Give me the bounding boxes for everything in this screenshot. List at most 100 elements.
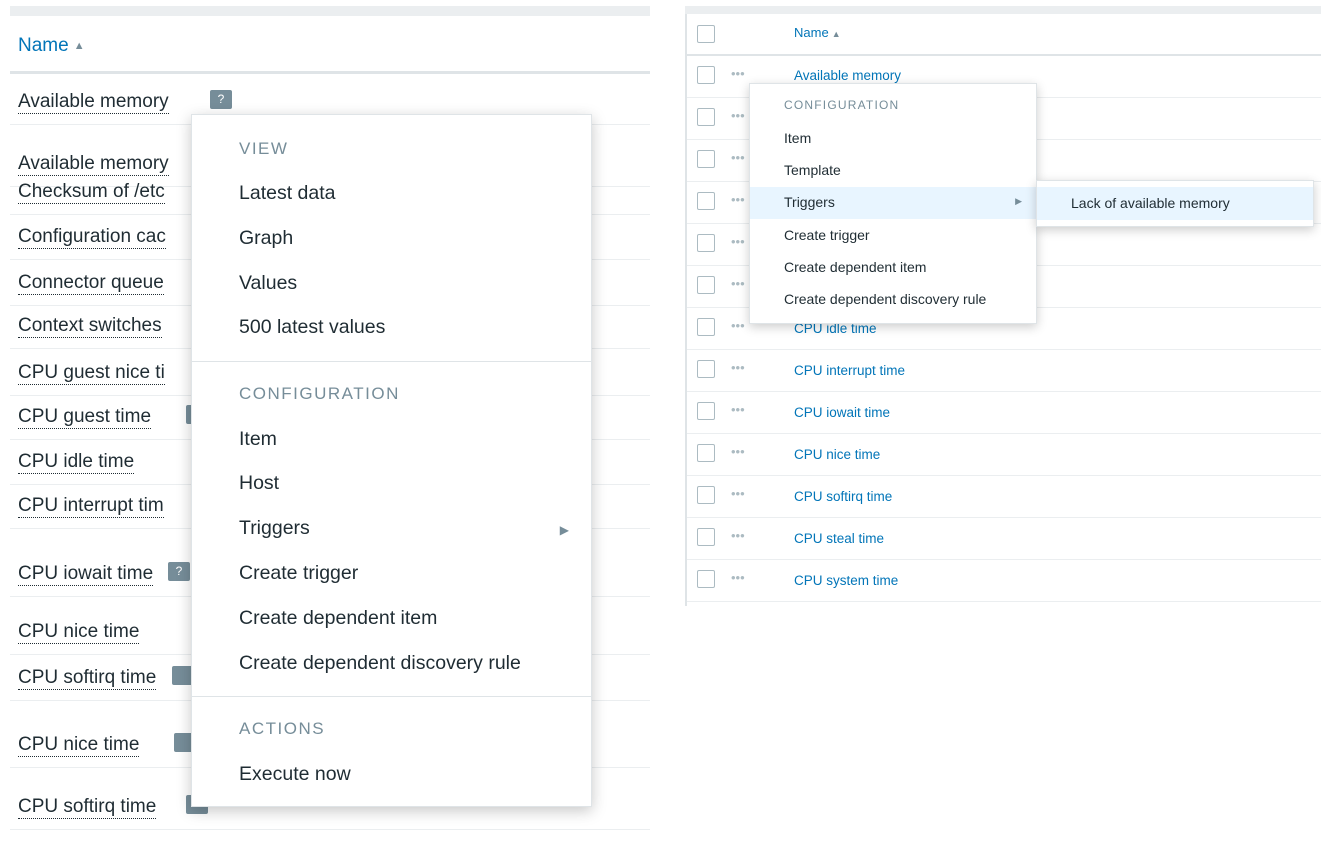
submenu-arrow-icon: ▶ <box>1015 196 1022 206</box>
help-hint-icon[interactable]: ? <box>168 562 190 581</box>
menu-item-triggers[interactable]: Triggers ▶ <box>750 187 1036 219</box>
row-checkbox[interactable] <box>697 486 715 504</box>
row-checkbox[interactable] <box>697 108 715 126</box>
row-checkbox[interactable] <box>697 66 715 84</box>
row-checkbox[interactable] <box>697 234 715 252</box>
more-options-icon[interactable]: ••• <box>731 486 745 501</box>
table-row: ••• CPU system time <box>687 560 1321 602</box>
row-checkbox[interactable] <box>697 360 715 378</box>
item-name-link[interactable]: CPU softirq time <box>794 489 892 504</box>
row-checkbox[interactable] <box>697 318 715 336</box>
more-options-icon[interactable]: ••• <box>731 318 745 333</box>
table-row: ••• CPU interrupt time <box>687 350 1321 392</box>
item-name-link[interactable]: CPU steal time <box>794 531 884 546</box>
more-options-icon[interactable]: ••• <box>731 528 745 543</box>
item-name[interactable]: CPU interrupt tim <box>18 495 164 518</box>
table-row: ••• CPU steal time <box>687 518 1321 560</box>
menu-divider <box>192 361 591 362</box>
row-checkbox[interactable] <box>697 528 715 546</box>
name-column-header[interactable]: Name ▲ <box>794 25 841 40</box>
more-options-icon[interactable]: ••• <box>731 276 745 291</box>
item-name[interactable]: Available memory <box>18 91 169 114</box>
menu-item-500-latest-values[interactable]: 500 latest values <box>239 316 385 339</box>
name-column-label: Name <box>18 35 69 56</box>
sort-ascending-icon: ▲ <box>73 40 85 52</box>
more-options-icon[interactable]: ••• <box>731 402 745 417</box>
menu-item-create-trigger[interactable]: Create trigger <box>239 562 358 585</box>
menu-item-graph[interactable]: Graph <box>239 227 293 250</box>
more-options-icon[interactable]: ••• <box>731 108 745 123</box>
menu-item-item[interactable]: Item <box>239 428 277 451</box>
submenu-item-label: Lack of available memory <box>1071 195 1230 211</box>
item-context-menu: VIEW Latest data Graph Values 500 latest… <box>191 114 592 807</box>
table-row: ••• CPU iowait time <box>687 392 1321 434</box>
item-name[interactable]: Context switches <box>18 315 162 338</box>
select-all-checkbox[interactable] <box>697 25 715 43</box>
menu-item-values[interactable]: Values <box>239 272 297 295</box>
more-options-icon[interactable]: ••• <box>731 570 745 585</box>
row-checkbox[interactable] <box>697 150 715 168</box>
submenu-arrow-icon: ▶ <box>559 523 569 537</box>
menu-item-latest-data[interactable]: Latest data <box>239 182 336 205</box>
menu-item-label: Item <box>784 130 812 146</box>
menu-item-item[interactable]: Item <box>750 123 1036 155</box>
help-hint-icon[interactable]: ? <box>210 90 232 109</box>
row-checkbox[interactable] <box>697 444 715 462</box>
item-name-link[interactable]: CPU nice time <box>794 447 880 462</box>
menu-divider <box>192 696 591 697</box>
item-name[interactable]: CPU softirq time <box>18 796 157 819</box>
menu-item-create-dependent-discovery-rule[interactable]: Create dependent discovery rule <box>239 652 521 675</box>
more-options-icon[interactable]: ••• <box>731 444 745 459</box>
row-checkbox[interactable] <box>697 276 715 294</box>
menu-item-create-trigger[interactable]: Create trigger <box>750 220 1036 252</box>
more-options-icon[interactable]: ••• <box>731 234 745 249</box>
menu-item-label: Triggers <box>784 194 835 210</box>
menu-item-host[interactable]: Host <box>239 472 279 495</box>
menu-item-label: Template <box>784 162 841 178</box>
menu-item-label: Create dependent item <box>784 259 927 275</box>
table-header: Name ▲ <box>687 14 1321 56</box>
menu-item-create-dependent-item[interactable]: Create dependent item <box>750 252 1036 284</box>
item-name[interactable]: CPU guest time <box>18 406 152 429</box>
menu-item-label: Create trigger <box>784 227 870 243</box>
name-column-header[interactable]: Name ▲ <box>18 35 85 57</box>
menu-item-label: Create dependent discovery rule <box>784 291 987 307</box>
item-name[interactable]: CPU iowait time <box>18 563 154 586</box>
more-options-icon[interactable]: ••• <box>731 360 745 375</box>
menu-section-title-configuration: CONFIGURATION <box>784 98 900 112</box>
item-name-link[interactable]: Available memory <box>794 68 901 83</box>
menu-item-create-dependent-item[interactable]: Create dependent item <box>239 607 437 630</box>
item-name-link[interactable]: CPU iowait time <box>794 405 890 420</box>
row-checkbox[interactable] <box>697 402 715 420</box>
menu-item-create-dependent-discovery-rule[interactable]: Create dependent discovery rule <box>750 284 1036 316</box>
submenu-item-trigger[interactable]: Lack of available memory <box>1037 187 1313 220</box>
item-name[interactable]: CPU softirq time <box>18 667 157 690</box>
row-checkbox[interactable] <box>697 570 715 588</box>
item-name-link[interactable]: CPU interrupt time <box>794 363 905 378</box>
table-header: Name ▲ <box>10 18 650 74</box>
item-name-link[interactable]: CPU system time <box>794 573 898 588</box>
item-name[interactable]: Connector queue <box>18 272 164 295</box>
row-checkbox[interactable] <box>697 192 715 210</box>
menu-item-triggers[interactable]: Triggers <box>239 517 310 540</box>
table-row: ••• CPU softirq time <box>687 476 1321 518</box>
item-name[interactable]: CPU nice time <box>18 734 140 757</box>
item-name[interactable]: Configuration cac <box>18 226 166 249</box>
item-name[interactable]: CPU nice time <box>18 621 140 644</box>
menu-item-execute-now[interactable]: Execute now <box>239 763 351 786</box>
table-top-bar <box>685 6 1321 14</box>
item-name[interactable]: CPU guest nice ti <box>18 362 165 385</box>
more-options-icon[interactable]: ••• <box>731 150 745 165</box>
sort-ascending-icon: ▲ <box>831 29 841 39</box>
item-name[interactable]: CPU idle time <box>18 451 135 474</box>
table-top-bar <box>10 6 650 16</box>
table-row: ••• CPU nice time <box>687 434 1321 476</box>
menu-section-title-actions: ACTIONS <box>239 719 326 738</box>
item-name[interactable]: Checksum of /etc <box>18 181 165 204</box>
triggers-submenu: Lack of available memory <box>1036 180 1314 227</box>
more-options-icon[interactable]: ••• <box>731 66 745 81</box>
menu-section-title-view: VIEW <box>239 139 289 158</box>
menu-item-template[interactable]: Template <box>750 155 1036 187</box>
more-options-icon[interactable]: ••• <box>731 192 745 207</box>
menu-section-title-configuration: CONFIGURATION <box>239 384 400 403</box>
